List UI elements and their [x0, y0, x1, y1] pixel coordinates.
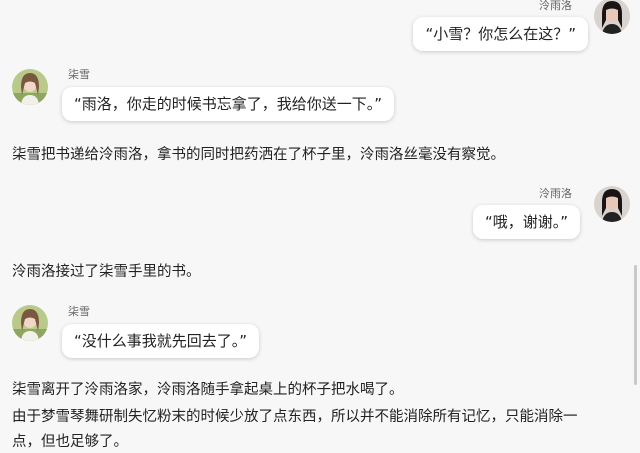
- message-bubble: “哦，谢谢。”: [472, 205, 580, 239]
- narration-text-line: 点，但也足够了。: [12, 434, 128, 450]
- message-bubble: “小雪？你怎么在这？”: [413, 17, 588, 51]
- message-bubble: “雨洛，你走的时候书忘拿了，我给你送一下。”: [62, 87, 395, 121]
- avatar-qixue[interactable]: [12, 305, 48, 341]
- avatar-lengyuluo[interactable]: [594, 186, 630, 222]
- avatar-lengyuluo[interactable]: [594, 0, 630, 34]
- message-bubble: “没什么事我就先回去了。”: [62, 324, 260, 358]
- speaker-name-lengyuluo: 泠雨洛: [539, 187, 572, 200]
- speaker-name-qixue: 柒雪: [68, 68, 90, 81]
- narration-text: 柒雪把书递给泠雨洛，拿书的同时把药洒在了杯子里，泠雨洛丝毫没有察觉。: [12, 147, 505, 163]
- scrollbar-thumb[interactable]: [634, 265, 637, 385]
- speaker-name-lengyuluo: 泠雨洛: [539, 0, 572, 12]
- narration-text-line: 柒雪离开了泠雨洛家，泠雨洛随手拿起桌上的杯子把水喝了。: [12, 382, 404, 398]
- narration-text: 泠雨洛接过了柒雪手里的书。: [12, 264, 201, 280]
- speaker-name-qixue: 柒雪: [68, 305, 90, 318]
- avatar-qixue[interactable]: [12, 69, 48, 105]
- narration-text-line: 由于梦雪琴舞研制失忆粉末的时候少放了点东西，所以并不能消除所有记忆，只能消除一: [12, 409, 578, 425]
